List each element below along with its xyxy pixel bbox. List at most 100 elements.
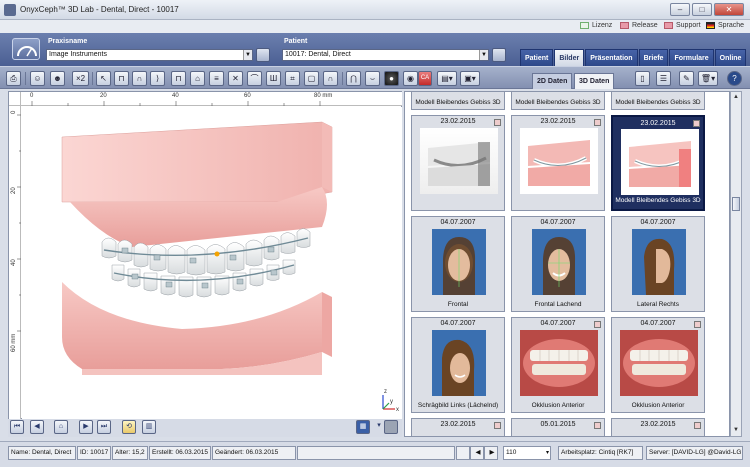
- last-icon[interactable]: ⏭: [97, 420, 111, 434]
- close-button[interactable]: ✕: [714, 3, 744, 16]
- shape-icon[interactable]: ⌗: [285, 71, 300, 86]
- face-photo-thumbnail: [532, 229, 586, 295]
- gallery-scrollbar[interactable]: ▲ ▼: [730, 91, 742, 437]
- logo-icon[interactable]: [12, 38, 40, 60]
- scroll-up-icon[interactable]: ▲: [732, 93, 740, 102]
- jaw-icon[interactable]: ⋂: [346, 71, 361, 86]
- checkbox[interactable]: [594, 422, 601, 429]
- maximize-button[interactable]: □: [692, 3, 712, 16]
- prev-icon[interactable]: ◀: [30, 420, 44, 434]
- edit-icon[interactable]: ✎: [679, 71, 694, 86]
- page-icon[interactable]: ▯: [635, 71, 650, 86]
- gallery-card-partial[interactable]: Modell Bleibendes Gebiss 3D: [511, 92, 605, 110]
- teeth-pair-icon[interactable]: ⊓: [114, 71, 129, 86]
- gallery-card-partial[interactable]: Modell Bleibendes Gebiss 3D: [411, 92, 505, 110]
- ruler-x-label: 40: [172, 93, 179, 99]
- person-group-icon[interactable]: ☻: [50, 71, 65, 86]
- gallery-card-partial[interactable]: 23.02.2015: [611, 418, 705, 437]
- checkbox[interactable]: [594, 119, 601, 126]
- window-icon[interactable]: ▤▾: [437, 71, 457, 86]
- scroll-thumb[interactable]: [732, 197, 740, 211]
- photo-icon[interactable]: ▣▾: [460, 71, 480, 86]
- checkbox[interactable]: [694, 422, 701, 429]
- tab-briefe[interactable]: Briefe: [638, 49, 669, 66]
- frame-icon[interactable]: ▢: [304, 71, 319, 86]
- list-icon[interactable]: ☰: [656, 71, 671, 86]
- 3d-model-viewport[interactable]: z y x: [22, 107, 402, 419]
- cursor-icon[interactable]: ↖: [96, 71, 111, 86]
- ca-icon[interactable]: CA: [418, 71, 432, 86]
- status-empty: [297, 446, 455, 460]
- help-icon[interactable]: ?: [727, 71, 742, 86]
- bite-icon[interactable]: ≡: [209, 71, 224, 86]
- tab-praesentation[interactable]: Präsentation: [585, 49, 638, 66]
- tooth-pair-icon[interactable]: ∩: [132, 71, 147, 86]
- checkbox[interactable]: [693, 120, 700, 127]
- gallery-card-partial[interactable]: Modell Bleibendes Gebiss 3D: [611, 92, 705, 110]
- prev-page-icon[interactable]: ◀: [470, 446, 484, 460]
- print-icon[interactable]: ⎙: [6, 71, 21, 86]
- legend-release[interactable]: Release: [620, 22, 658, 29]
- x2-icon[interactable]: ×2: [72, 71, 89, 86]
- gallery-card-partial[interactable]: 05.01.2015: [511, 418, 605, 437]
- tab-bilder[interactable]: Bilder: [554, 49, 585, 66]
- arch-icon[interactable]: ⟩: [150, 71, 165, 86]
- settings-icon[interactable]: ⟲: [122, 420, 136, 434]
- arch-alt-icon[interactable]: ⌒: [247, 71, 262, 86]
- praxis-select[interactable]: Image Instruments ▼: [46, 49, 253, 61]
- tab-3d-daten[interactable]: 3D Daten: [574, 73, 615, 89]
- checkbox[interactable]: [694, 321, 701, 328]
- gallery-card-selected[interactable]: 23.02.2015 Modell Bleibendes Gebiss 3D: [611, 115, 705, 211]
- home-icon[interactable]: ⌂: [54, 420, 68, 434]
- status-created: Erstellt: 06.03.2015: [149, 446, 211, 460]
- axis-y-label: y: [390, 399, 393, 405]
- minimize-button[interactable]: –: [670, 3, 690, 16]
- tab-patient[interactable]: Patient: [520, 49, 554, 66]
- checkbox[interactable]: [494, 422, 501, 429]
- scroll-down-icon[interactable]: ▼: [732, 426, 740, 435]
- patient-select[interactable]: 10017: Dental, Direct ▼: [282, 49, 489, 61]
- chevron-down-icon: ▼: [243, 50, 252, 60]
- model-thumbnail: [420, 128, 498, 194]
- next-icon[interactable]: ▶: [79, 420, 93, 434]
- ruler-top: 0 20 40 60 80 mm: [21, 92, 402, 106]
- trash-icon[interactable]: 🗑▾: [698, 71, 718, 86]
- patient-user-icon[interactable]: [492, 48, 506, 62]
- ball-icon[interactable]: ◉: [403, 71, 418, 86]
- praxis-label: Praxisname: [48, 38, 88, 45]
- gallery-card[interactable]: 04.07.2007 Frontal Lachend: [511, 216, 605, 312]
- grid-view-icon[interactable]: ▦: [356, 420, 370, 434]
- tab-formulare[interactable]: Formulare: [669, 49, 714, 66]
- color-swatch-icon[interactable]: [384, 420, 398, 434]
- gallery-card[interactable]: 04.07.2007 Okklusion Anterior: [611, 317, 705, 413]
- circle-dark-icon[interactable]: ●: [384, 71, 399, 86]
- gallery-card[interactable]: 04.07.2007 Okklusion Anterior: [511, 317, 605, 413]
- arch-outline-icon[interactable]: ∩: [323, 71, 338, 86]
- gallery-card[interactable]: 04.07.2007 Frontal: [411, 216, 505, 312]
- bracket-icon[interactable]: ⊓: [171, 71, 186, 86]
- next-page-icon[interactable]: ▶: [484, 446, 498, 460]
- chevron-down-icon: ▾: [545, 450, 549, 456]
- gallery-card[interactable]: 23.02.2015: [411, 115, 505, 211]
- legend-support[interactable]: Support: [664, 22, 701, 29]
- first-icon[interactable]: ⏮: [10, 420, 24, 434]
- cross-icon[interactable]: ✕: [228, 71, 243, 86]
- legend-sprache[interactable]: Sprache: [706, 22, 744, 29]
- praxis-edit-icon[interactable]: [256, 48, 270, 62]
- gallery-card[interactable]: 23.02.2015: [511, 115, 605, 211]
- tab-2d-daten[interactable]: 2D Daten: [532, 73, 573, 89]
- checkbox[interactable]: [594, 321, 601, 328]
- tooth-icon[interactable]: ⌂: [190, 71, 205, 86]
- ruler-corner: [9, 92, 21, 106]
- gallery-card[interactable]: 04.07.2007 Schrägbild Links (Lächelnd): [411, 317, 505, 413]
- arc-icon[interactable]: ⌣: [365, 71, 380, 86]
- tab-online[interactable]: Online: [714, 49, 747, 66]
- zoom-select[interactable]: 110 ▾: [503, 446, 551, 460]
- film-icon[interactable]: ▥: [142, 420, 156, 434]
- person-icon[interactable]: ☺: [30, 71, 45, 86]
- gallery-card-partial[interactable]: 23.02.2015: [411, 418, 505, 437]
- dentition-icon[interactable]: Ш: [266, 71, 281, 86]
- checkbox[interactable]: [494, 119, 501, 126]
- gallery-card[interactable]: 04.07.2007 Lateral Rechts: [611, 216, 705, 312]
- legend-lizenz[interactable]: Lizenz: [580, 22, 612, 29]
